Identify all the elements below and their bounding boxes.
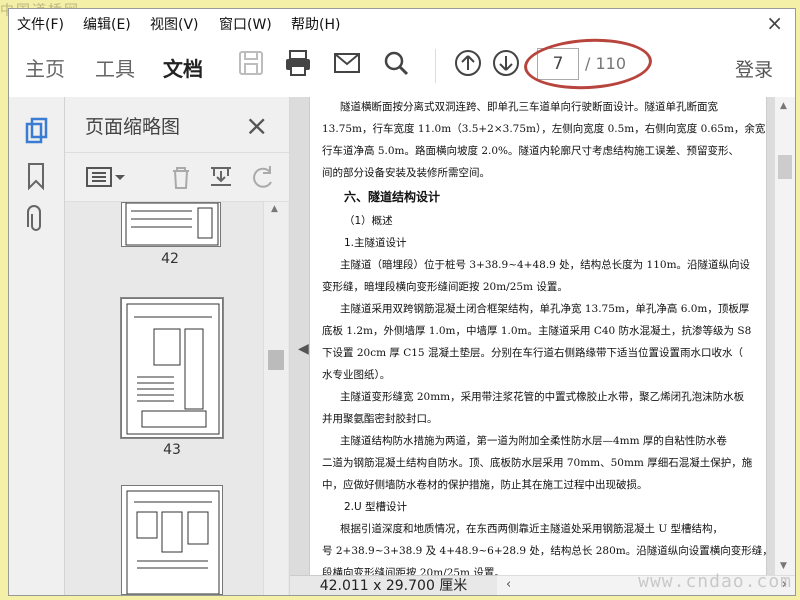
thumbnail-scroll-area[interactable]: 42 43 ▲: [65, 202, 289, 595]
chevron-left-icon[interactable]: ‹: [506, 577, 511, 592]
attachment-icon[interactable]: [24, 205, 48, 235]
document-line: 主隧道结构防水措施为两道，第一道为附加全柔性防水层—4mm 厚的自粘性防水卷: [340, 435, 727, 447]
subsection-heading: 1.主隧道设计: [344, 237, 407, 249]
document-line: 根据引道深度和地质情况，在东西两侧靠近主隧道处采用钢筋混凝土 U 型槽结构，: [340, 523, 724, 535]
document-line: 主隧道变形缝宽 20mm，采用带注浆花管的中置式橡胶止水带，聚乙烯闭孔泡沫防水板: [340, 391, 745, 403]
tab-home[interactable]: 主页: [25, 53, 65, 82]
chevron-up-icon[interactable]: ▲: [271, 204, 278, 214]
thumbnail-page-next[interactable]: [121, 485, 223, 595]
document-line: 底板 1.2m，外侧墙厚 1.0m，中墙厚 1.0m。主隧道采用 C40 防水混…: [322, 325, 752, 337]
document-line: 13.75m，行车宽度 11.0m（3.5+2×3.75m），左侧向宽度 0.5…: [322, 123, 767, 135]
document-line: 主隧道（暗埋段）位于桩号 3+38.9~4+48.9 处，结构总长度为 110m…: [340, 259, 751, 271]
main-toolbar: 主页 工具 文档 7 / 110 登录: [9, 35, 795, 98]
thumbnail-panel: 页面缩略图 × 42 43 ▲: [65, 97, 290, 595]
thumbnail-page-42[interactable]: [121, 202, 221, 247]
thumbnail-label-42: 42: [161, 251, 179, 267]
window-close-button[interactable]: ×: [766, 11, 783, 35]
document-line: 主隧道采用双跨钢筋混凝土闭合框架结构，单孔净宽 13.75m，单孔净高 6.0m…: [340, 303, 750, 315]
page-size-indicator: 42.011 x 29.700 厘米: [290, 575, 497, 595]
chevron-down-icon[interactable]: ▼: [780, 561, 787, 571]
document-vertical-scrollbar[interactable]: ▲ ▼: [774, 97, 795, 575]
document-line: 间的部分设备安装及装修所需空间。: [322, 167, 490, 179]
document-line: 行车道净高 5.0m。路面横向坡度 2.0%。隧道内轮廓尺寸考虑结构施工误差、预…: [322, 145, 740, 157]
prev-page-icon[interactable]: [454, 49, 482, 77]
thumbnail-options-icon[interactable]: [85, 163, 127, 191]
thumbnail-scrollbar[interactable]: ▲: [263, 202, 288, 595]
menu-file[interactable]: 文件(F): [17, 14, 64, 34]
document-line: 水专业图纸）。: [322, 369, 391, 381]
document-line: 二道为钢筋混凝土结构自防水。顶、底板防水层采用 70mm、50mm 厚细石混凝土…: [322, 457, 753, 469]
thumbnail-label-43: 43: [163, 442, 181, 458]
document-line: 变形缝，暗埋段横向变形缝间距按 20m/25m 设置。: [322, 281, 568, 293]
tab-document[interactable]: 文档: [163, 53, 203, 82]
left-navigation-rail: [9, 97, 65, 595]
document-line: 号 2+38.9~3+38.9 及 4+48.9~6+28.9 处，结构总长 2…: [322, 545, 767, 557]
document-scroll-thumb[interactable]: [778, 155, 792, 179]
thumbnail-toolbar: [65, 152, 289, 202]
page-number-highlight: [522, 35, 654, 93]
bookmark-icon[interactable]: [24, 161, 48, 191]
previous-page-arrow[interactable]: ◀: [298, 341, 309, 357]
login-button[interactable]: 登录: [735, 55, 773, 82]
save-icon[interactable]: [237, 49, 265, 77]
delete-icon[interactable]: [167, 163, 195, 191]
document-line: 隧道横断面按分离式双洞连跨、即单孔三车道单向行驶断面设计。隧道单孔断面宽: [340, 101, 718, 113]
print-icon[interactable]: [283, 49, 313, 77]
thumbnail-scroll-thumb[interactable]: [268, 350, 284, 370]
thumbnail-page-43[interactable]: [121, 298, 223, 438]
document-page: 隧道横断面按分离式双洞连跨、即单孔三车道单向行驶断面设计。隧道单孔断面宽 13.…: [309, 97, 767, 575]
chevron-up-icon[interactable]: ▲: [780, 101, 787, 111]
page-thumbnails-icon[interactable]: [24, 117, 50, 147]
rotate-icon[interactable]: [249, 163, 277, 191]
watermark-bottom: www.cndao.com: [638, 571, 792, 592]
toolbar-separator: [435, 49, 436, 83]
menu-window[interactable]: 窗口(W): [219, 14, 272, 34]
document-viewport[interactable]: ◀ ▶ 隧道横断面按分离式双洞连跨、即单孔三车道单向行驶断面设计。隧道单孔断面宽…: [290, 97, 795, 595]
close-thumbnail-panel-button[interactable]: ×: [245, 109, 268, 142]
tab-tools[interactable]: 工具: [95, 53, 135, 82]
subsection-heading: （1）概述: [344, 215, 393, 227]
document-line: 中，应做好侧墙防水卷材的保护措施，防止其在施工过程中出现破损。: [322, 479, 648, 491]
subsection-heading: 2.U 型槽设计: [344, 501, 408, 513]
document-line: 下设置 20cm 厚 C15 混凝土垫层。分别在车行道右侧路缘带下适当位置设置雨…: [322, 347, 743, 359]
pdf-reader-window: 文件(F) 编辑(E) 视图(V) 窗口(W) 帮助(H) × 主页 工具 文档: [8, 8, 796, 596]
document-line: 并用聚氨酯密封胶封口。: [322, 413, 438, 425]
search-icon[interactable]: [382, 49, 410, 77]
menu-help[interactable]: 帮助(H): [291, 14, 340, 34]
thumbnail-panel-title: 页面缩略图: [85, 116, 181, 138]
next-page-icon[interactable]: [492, 49, 520, 77]
section-heading: 六、隧道结构设计: [344, 190, 441, 204]
extract-icon[interactable]: [207, 163, 235, 191]
menu-bar: 文件(F) 编辑(E) 视图(V) 窗口(W) 帮助(H) ×: [9, 9, 795, 36]
menu-view[interactable]: 视图(V): [150, 14, 199, 34]
mail-icon[interactable]: [332, 49, 362, 77]
menu-edit[interactable]: 编辑(E): [83, 14, 131, 34]
